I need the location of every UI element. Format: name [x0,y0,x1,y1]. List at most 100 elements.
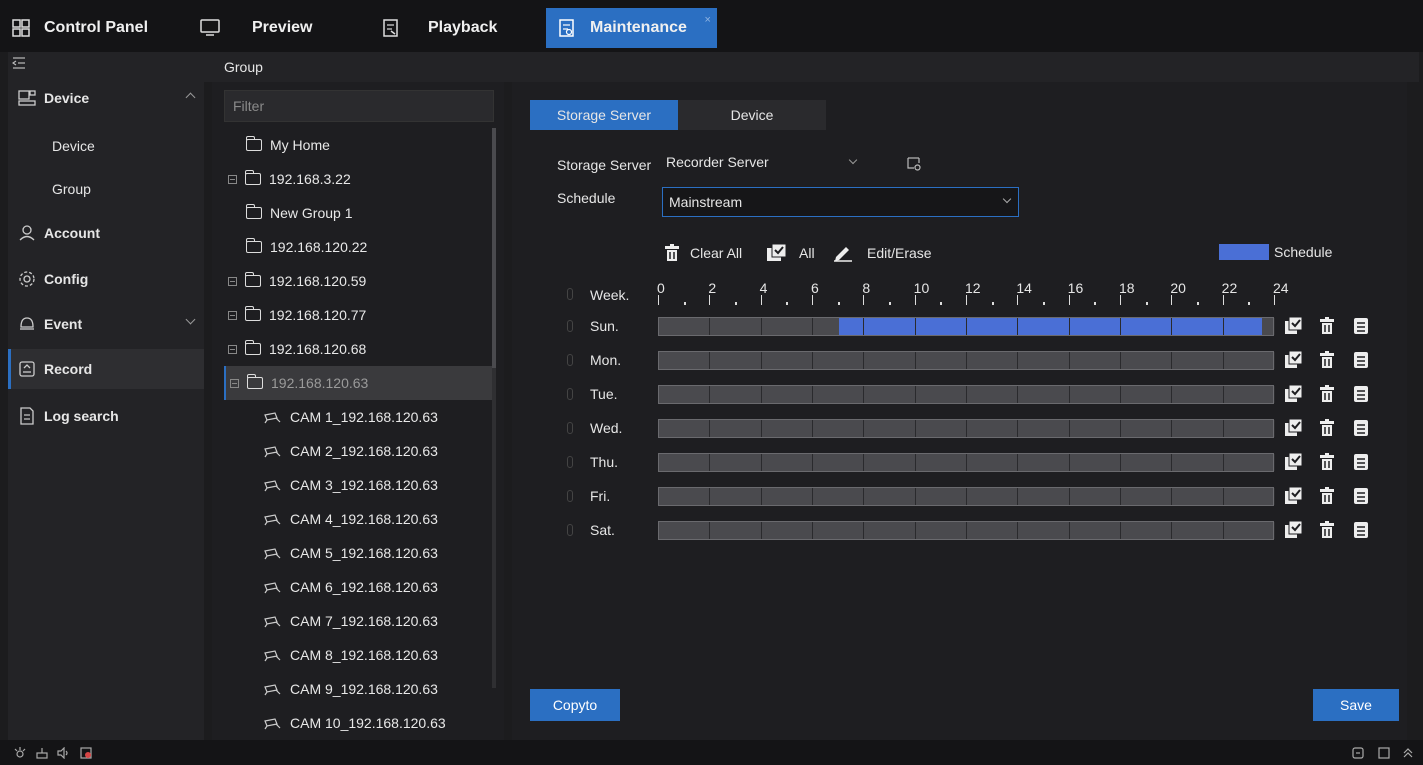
sidebar-item-config[interactable]: Config [8,259,204,299]
trash-icon[interactable] [1319,351,1335,369]
tree-camera-item[interactable]: CAM 9_192.168.120.63 [224,672,492,706]
copy-icon[interactable] [1353,351,1369,369]
schedule-cell[interactable] [813,488,865,505]
collapse-sidebar-icon[interactable] [11,56,26,70]
schedule-cell[interactable] [659,522,711,539]
schedule-cell[interactable] [916,386,967,403]
select-row-icon[interactable] [1285,418,1303,437]
schedule-cell[interactable] [1224,522,1275,539]
expand-icon[interactable] [228,174,237,184]
schedule-row[interactable] [658,317,1275,336]
schedule-cell[interactable] [916,352,967,369]
schedule-cell[interactable] [813,352,865,369]
schedule-cell[interactable] [967,420,1019,437]
tree-camera-item[interactable]: CAM 5_192.168.120.63 [224,536,492,570]
expand-icon[interactable] [230,378,239,388]
schedule-cell[interactable] [1018,454,1070,471]
schedule-cell[interactable] [864,420,916,437]
trash-icon[interactable] [1319,317,1335,335]
schedule-cell[interactable] [659,386,711,403]
schedule-cell[interactable] [762,522,813,539]
tree-camera-item[interactable]: CAM 3_192.168.120.63 [224,468,492,502]
window-icon[interactable] [1378,746,1390,759]
schedule-cell[interactable] [1018,386,1070,403]
save-button[interactable]: Save [1313,689,1399,721]
schedule-row[interactable] [658,453,1275,472]
schedule-cell[interactable] [1172,488,1224,505]
schedule-cell[interactable] [1172,386,1224,403]
schedule-cell[interactable] [710,488,762,505]
schedule-cell[interactable] [762,318,813,335]
schedule-cell[interactable] [659,420,711,437]
schedule-row[interactable] [658,521,1275,540]
schedule-cell[interactable] [1121,420,1173,437]
tree-group-item[interactable]: 192.168.120.59 [224,264,492,298]
schedule-cell[interactable] [864,522,916,539]
schedule-cell[interactable] [710,352,762,369]
select-row-icon[interactable] [1285,486,1303,505]
schedule-cell[interactable] [916,454,967,471]
schedule-cell[interactable] [916,522,967,539]
schedule-cell[interactable] [864,386,916,403]
expand-icon[interactable] [228,310,237,320]
tree-camera-item[interactable]: CAM 1_192.168.120.63 [224,400,492,434]
lock-icon[interactable] [567,388,573,400]
schedule-cell[interactable] [916,488,967,505]
tree-camera-item[interactable]: CAM 10_192.168.120.63 [224,706,492,740]
schedule-cell[interactable] [1070,454,1121,471]
schedule-cell[interactable] [1070,318,1121,335]
close-icon[interactable]: × [704,14,710,26]
alarm-icon[interactable] [14,746,26,758]
schedule-cell[interactable] [659,318,711,335]
lock-icon[interactable] [567,288,573,300]
select-row-icon[interactable] [1285,384,1303,403]
tab-maintenance[interactable]: Maintenance × [546,8,717,48]
schedule-cell[interactable] [1018,318,1070,335]
schedule-cell[interactable] [710,386,762,403]
tree-group-item[interactable]: New Group 1 [224,196,492,230]
schedule-cell[interactable] [1121,488,1173,505]
copy-icon[interactable] [1353,317,1369,335]
tree-camera-item[interactable]: CAM 8_192.168.120.63 [224,638,492,672]
copy-icon[interactable] [1353,453,1369,471]
schedule-cell[interactable] [710,420,762,437]
schedule-row[interactable] [658,385,1275,404]
chevron-up-double-icon[interactable] [1402,746,1414,758]
schedule-cell[interactable] [1121,318,1173,335]
schedule-cell[interactable] [1224,386,1275,403]
schedule-cell[interactable] [967,318,1019,335]
schedule-cell[interactable] [1070,386,1121,403]
select-row-icon[interactable] [1285,350,1303,369]
tab-control-panel[interactable]: Control Panel [12,8,148,48]
tree-camera-item[interactable]: CAM 4_192.168.120.63 [224,502,492,536]
schedule-cell[interactable] [1224,454,1275,471]
sidebar-item-account[interactable]: Account [8,213,204,253]
lock-icon[interactable] [567,490,573,502]
schedule-cell[interactable] [710,318,762,335]
schedule-cell[interactable] [813,522,865,539]
expand-icon[interactable] [228,276,237,286]
tree-scrollbar-thumb[interactable] [492,128,496,368]
schedule-cell[interactable] [1121,454,1173,471]
lock-icon[interactable] [567,320,573,332]
lock-icon[interactable] [567,524,573,536]
expand-icon[interactable] [228,344,237,354]
copy-icon[interactable] [1353,385,1369,403]
schedule-cell[interactable] [1121,386,1173,403]
sidebar-item-log-search[interactable]: Log search [8,396,204,436]
schedule-cell[interactable] [864,318,916,335]
schedule-cell[interactable] [1070,488,1121,505]
schedule-cell[interactable] [967,352,1019,369]
schedule-cell[interactable] [762,454,813,471]
select-row-icon[interactable] [1285,520,1303,539]
copy-icon[interactable] [1353,487,1369,505]
schedule-cell[interactable] [1070,522,1121,539]
select-row-icon[interactable] [1285,452,1303,471]
select-row-icon[interactable] [1285,316,1303,335]
tree-group-item[interactable]: 192.168.120.77 [224,298,492,332]
schedule-cell[interactable] [710,454,762,471]
schedule-cell[interactable] [762,386,813,403]
schedule-cell[interactable] [1070,352,1121,369]
schedule-cell[interactable] [1172,420,1224,437]
schedule-cell[interactable] [1224,318,1275,335]
